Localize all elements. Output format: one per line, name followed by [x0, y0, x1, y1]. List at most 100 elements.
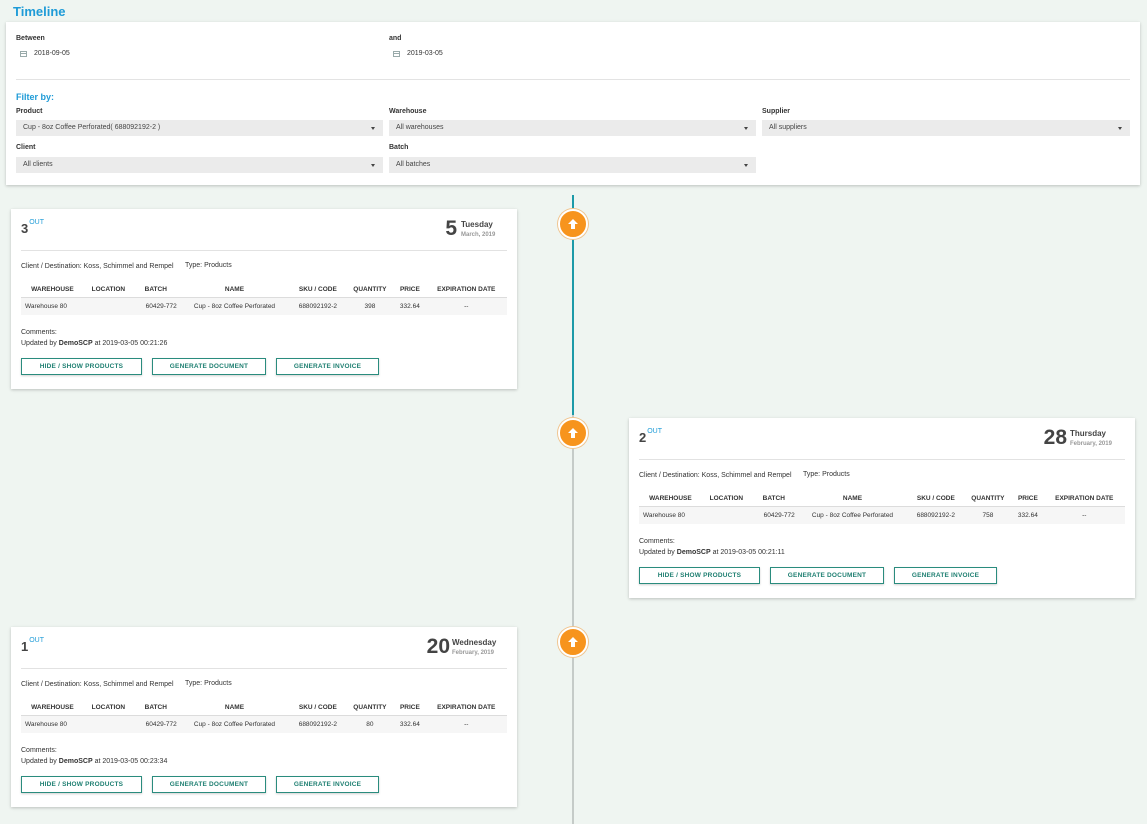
column-header: WAREHOUSE: [639, 492, 702, 507]
column-header: EXPIRATION DATE: [425, 701, 507, 716]
card-month-year: February, 2019: [1070, 441, 1112, 447]
filter-by-heading: Filter by:: [16, 92, 55, 102]
supplier-select[interactable]: All suppliers: [762, 120, 1130, 136]
cell-location: [83, 297, 133, 315]
page-title: Timeline: [13, 4, 66, 19]
client-select[interactable]: All clients: [16, 157, 383, 173]
cell-name: Cup - 8oz Coffee Perforated: [178, 297, 291, 315]
products-table: WAREHOUSE LOCATION BATCH NAME SKU / CODE…: [21, 701, 507, 733]
client-label: Client: [16, 144, 36, 151]
client-destination: Client / Destination: Koss, Schimmel and…: [21, 263, 174, 270]
caret-down-icon: [744, 164, 748, 167]
column-header: WAREHOUSE: [21, 283, 84, 298]
generate-document-button[interactable]: GENERATE DOCUMENT: [152, 358, 266, 375]
direction-badge: OUT: [647, 428, 663, 435]
card-number: 1OUT: [21, 637, 45, 654]
generate-invoice-button[interactable]: GENERATE INVOICE: [894, 567, 997, 584]
timeline-card: 1OUT 20 Wednesday February, 2019 Client …: [11, 627, 517, 807]
type-label: Type: Products: [185, 262, 232, 269]
batch-label: Batch: [389, 144, 409, 151]
client-destination: Client / Destination: Koss, Schimmel and…: [21, 681, 174, 688]
warehouse-label: Warehouse: [389, 108, 427, 115]
arrow-up-icon: [568, 428, 578, 438]
and-date-field[interactable]: 2019-03-05: [393, 50, 443, 57]
column-header: SKU / CODE: [290, 283, 346, 298]
batch-select[interactable]: All batches: [389, 157, 756, 173]
table-header-row: WAREHOUSE LOCATION BATCH NAME SKU / CODE…: [21, 283, 507, 298]
column-header: NAME: [178, 701, 291, 716]
column-header: NAME: [178, 283, 291, 298]
divider: [16, 79, 1130, 80]
column-header: EXPIRATION DATE: [1043, 492, 1125, 507]
generate-document-button[interactable]: GENERATE DOCUMENT: [770, 567, 884, 584]
hide-show-products-button[interactable]: HIDE / SHOW PRODUCTS: [21, 358, 142, 375]
column-header: BATCH: [132, 701, 179, 716]
cell-warehouse: Warehouse 80: [639, 506, 702, 524]
type-label: Type: Products: [803, 471, 850, 478]
batch-select-value: All batches: [396, 161, 431, 168]
cell-warehouse: Warehouse 80: [21, 715, 84, 733]
updated-by: Updated by DemoSCP at 2019-03-05 00:23:3…: [21, 758, 168, 765]
comments-label: Comments:: [639, 538, 675, 545]
cell-expiration: --: [425, 297, 507, 315]
timeline-dot[interactable]: [558, 418, 588, 448]
products-table: WAREHOUSE LOCATION BATCH NAME SKU / CODE…: [639, 492, 1125, 524]
cell-location: [83, 715, 133, 733]
table-header-row: WAREHOUSE LOCATION BATCH NAME SKU / CODE…: [21, 701, 507, 716]
product-select[interactable]: Cup - 8oz Coffee Perforated( 688092192-2…: [16, 120, 383, 136]
cell-price: 332.64: [1012, 506, 1044, 524]
generate-invoice-button[interactable]: GENERATE INVOICE: [276, 358, 379, 375]
column-header: WAREHOUSE: [21, 701, 84, 716]
hide-show-products-button[interactable]: HIDE / SHOW PRODUCTS: [21, 776, 142, 793]
table-row: Warehouse 80 60429-772 Cup - 8oz Coffee …: [21, 297, 507, 315]
card-day: 28: [1043, 426, 1067, 449]
column-header: LOCATION: [83, 701, 133, 716]
cell-expiration: --: [425, 715, 507, 733]
direction-badge: OUT: [29, 637, 45, 644]
column-header: QUANTITY: [963, 492, 1013, 507]
cell-name: Cup - 8oz Coffee Perforated: [178, 715, 291, 733]
card-number: 3OUT: [21, 219, 45, 236]
product-label: Product: [16, 108, 43, 115]
column-header: PRICE: [394, 283, 426, 298]
updated-user: DemoSCP: [58, 758, 93, 765]
updated-by: Updated by DemoSCP at 2019-03-05 00:21:2…: [21, 340, 168, 347]
table-row: Warehouse 80 60429-772 Cup - 8oz Coffee …: [21, 715, 507, 733]
column-header: QUANTITY: [345, 283, 395, 298]
cell-warehouse: Warehouse 80: [21, 297, 84, 315]
updated-user: DemoSCP: [676, 549, 711, 556]
calendar-icon: [20, 50, 27, 57]
between-date-field[interactable]: 2018-09-05: [20, 50, 70, 57]
cell-price: 332.64: [394, 297, 426, 315]
column-header: LOCATION: [701, 492, 751, 507]
caret-down-icon: [371, 127, 375, 130]
warehouse-select-value: All warehouses: [396, 124, 444, 131]
comments-label: Comments:: [21, 329, 57, 336]
timeline-dot[interactable]: [558, 627, 588, 657]
cell-sku: 688092192-2: [908, 506, 964, 524]
cell-location: [701, 506, 751, 524]
generate-invoice-button[interactable]: GENERATE INVOICE: [276, 776, 379, 793]
client-destination: Client / Destination: Koss, Schimmel and…: [639, 472, 792, 479]
column-header: NAME: [796, 492, 909, 507]
timeline-dot[interactable]: [558, 209, 588, 239]
table-row: Warehouse 80 60429-772 Cup - 8oz Coffee …: [639, 506, 1125, 524]
caret-down-icon: [1118, 127, 1122, 130]
generate-document-button[interactable]: GENERATE DOCUMENT: [152, 776, 266, 793]
column-header: QUANTITY: [345, 701, 395, 716]
column-header: LOCATION: [83, 283, 133, 298]
between-label: Between: [16, 35, 45, 42]
comments-label: Comments:: [21, 747, 57, 754]
hide-show-products-button[interactable]: HIDE / SHOW PRODUCTS: [639, 567, 760, 584]
arrow-up-icon: [568, 219, 578, 229]
timeline-card: 3OUT 5 Tuesday March, 2019 Client / Dest…: [11, 209, 517, 389]
divider: [21, 250, 507, 251]
divider: [639, 459, 1125, 460]
and-label: and: [389, 35, 402, 42]
cell-quantity: 758: [963, 506, 1013, 524]
updated-by: Updated by DemoSCP at 2019-03-05 00:21:1…: [639, 549, 785, 556]
column-header: BATCH: [132, 283, 179, 298]
warehouse-select[interactable]: All warehouses: [389, 120, 756, 136]
cell-batch: 60429-772: [750, 506, 797, 524]
calendar-icon: [393, 50, 400, 57]
